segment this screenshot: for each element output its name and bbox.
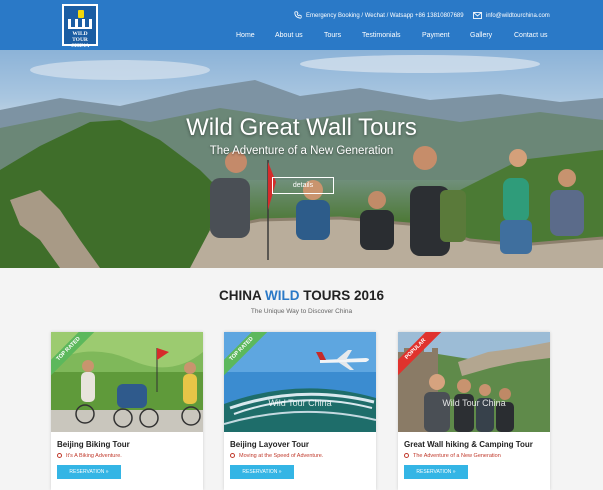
logo-text-line-1: WILD TOUR [72,31,88,43]
tour-tagline-text: The Adventure of a New Generation [413,453,501,459]
nav-testimonials[interactable]: Testimonials [362,30,401,42]
tour-tagline: Moving at the Speed of Adventure. [230,452,323,460]
tour-tagline: It's A Biking Adventure. [57,452,122,460]
tour-image[interactable]: TOP RATED [51,332,203,432]
nav-contact-us[interactable]: Contact us [514,30,547,42]
tour-card-hiking-camping[interactable]: POPULAR Wild Tour China Great Wall hikin… [398,332,550,490]
great-wall-icon [68,19,92,29]
reservation-button[interactable]: RESERVATION » [404,465,468,479]
logo-text: WILD TOUR CHINA [64,31,96,49]
hero-title: Wild Great Wall Tours [186,114,417,141]
site-logo[interactable]: WILD TOUR CHINA [62,4,98,49]
phone-contact[interactable]: Emergency Booking / Wechat / Watsapp +86… [294,11,464,21]
logo-text-line-2: CHINA [70,43,90,49]
tour-title[interactable]: Beijing Layover Tour [230,440,309,450]
nav-home[interactable]: Home [236,30,255,42]
watermark: Wild Tour China [268,398,332,408]
tour-tagline-text: Moving at the Speed of Adventure. [239,453,324,459]
circle-icon [404,453,409,458]
details-button[interactable]: details [272,177,334,194]
hero-photo [0,55,603,268]
tour-title[interactable]: Beijing Biking Tour [57,440,130,450]
tour-tagline-text: It's A Biking Adventure. [66,453,122,459]
phone-icon [294,11,302,20]
watermark: Wild Tour China [442,398,506,408]
section-title-after: TOURS 2016 [299,288,385,303]
circle-icon [57,453,62,458]
section-title-before: CHINA [218,288,265,303]
section-title: CHINA WILD TOURS 2016 [0,288,603,304]
email-text: info@wildtourchina.com [486,13,550,19]
nav-gallery[interactable]: Gallery [470,30,492,42]
reservation-button[interactable]: RESERVATION » [57,465,121,479]
tour-title[interactable]: Great Wall hiking & Camping Tour [404,440,533,450]
nav-about-us[interactable]: About us [275,30,303,42]
tour-tagline: The Adventure of a New Generation [404,452,501,460]
circle-icon [230,453,235,458]
hero-banner: Wild Great Wall Tours The Adventure of a… [0,50,603,268]
reservation-button[interactable]: RESERVATION » [230,465,294,479]
hero-subtitle: The Adventure of a New Generation [209,145,394,157]
tour-image[interactable]: TOP RATED Wild Tour China [224,332,376,432]
phone-text: Emergency Booking / Wechat / Watsapp +86… [306,13,464,19]
flag-icon [78,10,84,18]
envelope-icon [473,11,482,19]
nav-payment[interactable]: Payment [422,30,450,42]
section-title-highlight: WILD [264,288,300,303]
tour-image[interactable]: POPULAR Wild Tour China [398,332,550,432]
tour-card-biking[interactable]: TOP RATED Beijing Biking Tour It's A Bik… [51,332,203,490]
email-contact[interactable]: info@wildtourchina.com [473,11,550,21]
tour-card-layover[interactable]: TOP RATED Wild Tour China Beijing Layove… [224,332,376,490]
section-subtitle: The Unique Way to Discover China [250,308,353,315]
site-header: WILD TOUR CHINA Emergency Booking / Wech… [0,0,603,50]
nav-tours[interactable]: Tours [324,30,341,42]
